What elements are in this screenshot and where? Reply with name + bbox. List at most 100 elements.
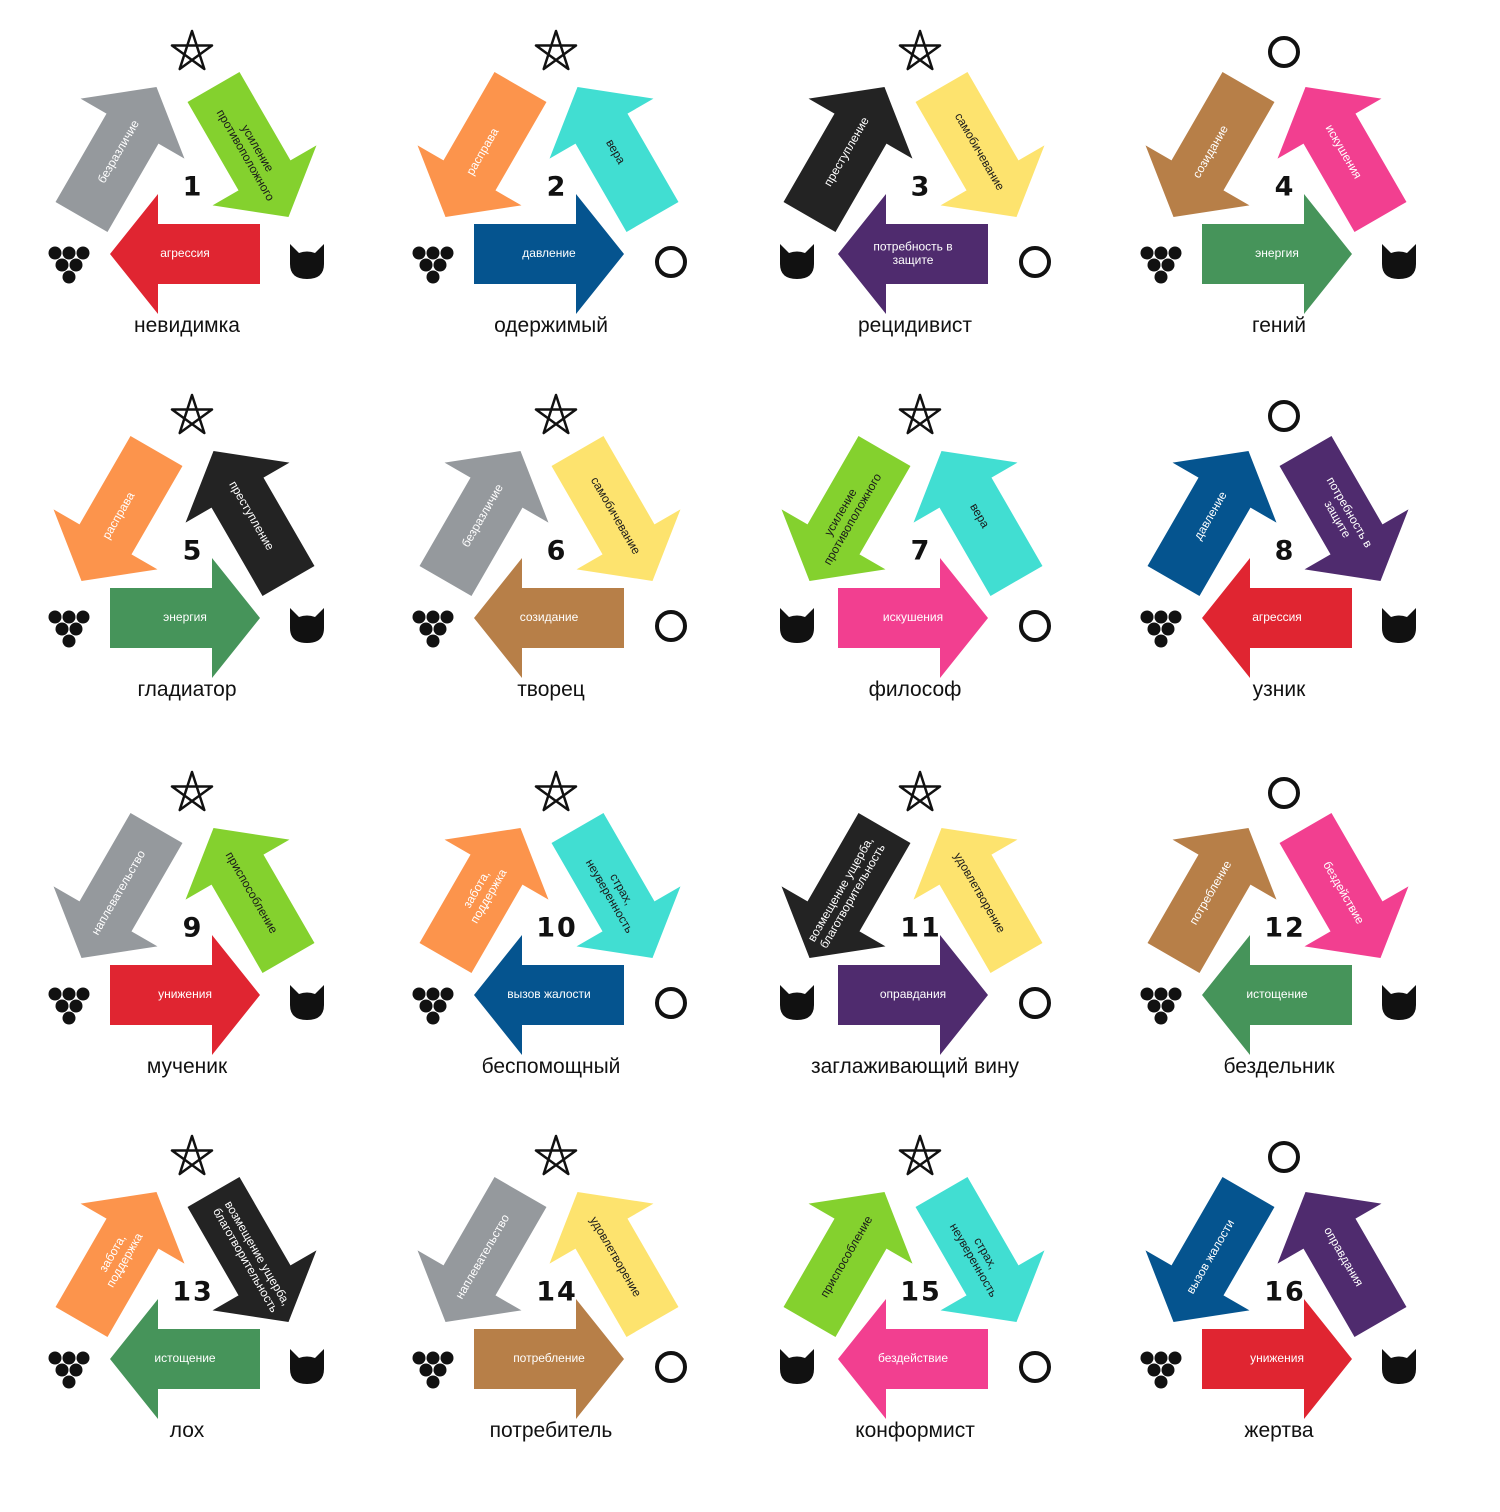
top-pentagram-icon	[534, 1134, 578, 1176]
top-pentagram-icon	[534, 29, 578, 71]
right-arrow: удовлетворение	[549, 1192, 679, 1337]
diagram-cell-6: созидание безразличие самобичевание 6 творец	[369, 384, 733, 748]
bottom-arrow-label: унижения	[1250, 1351, 1304, 1365]
right-arrow: удовлетворение	[913, 828, 1043, 973]
diagram-cell-11: оправдания возмещение ущерба,благотворите…	[733, 761, 1097, 1125]
top-pentagram-icon	[898, 393, 942, 435]
bottom-arrow-label: агрессия	[1252, 610, 1302, 624]
left-grapes-icon	[1140, 246, 1182, 284]
right-ring-icon	[1019, 1351, 1051, 1383]
left-arrow: приспособление	[783, 1192, 913, 1337]
cell-number: 9	[183, 913, 204, 944]
left-grapes-icon	[48, 246, 90, 284]
archetype-name: гладиатор	[137, 678, 237, 701]
right-arrow: приспособление	[185, 828, 315, 973]
bottom-arrow: истощение	[1202, 935, 1352, 1055]
diagram-cell-16: унижения вызов жалости оправдания 16 жертва	[1097, 1125, 1461, 1489]
archetype-name: жертва	[1244, 1419, 1314, 1442]
right-arrow: страх,неуверенность	[915, 1177, 1045, 1322]
left-arrow: забота,поддержка	[419, 828, 549, 973]
cell-number: 10	[536, 913, 578, 944]
left-arrow: наплевательство	[53, 813, 183, 958]
cell-number: 2	[547, 172, 568, 203]
bottom-arrow: потребление	[474, 1299, 624, 1419]
diagram-cell-14: потребление наплевательство удовлетворение…	[369, 1125, 733, 1489]
right-ring-icon	[655, 1351, 687, 1383]
right-ring-icon	[1019, 246, 1051, 278]
right-arrow: вера	[913, 451, 1043, 596]
bottom-arrow-label: оправдания	[880, 987, 946, 1001]
right-ring-icon	[655, 987, 687, 1019]
bottom-arrow-label: давление	[522, 246, 576, 260]
top-pentagram-icon	[898, 29, 942, 71]
left-cat-head-icon	[780, 985, 814, 1020]
bottom-arrow: унижения	[1202, 1299, 1352, 1419]
bottom-arrow-label: созидание	[520, 610, 579, 624]
left-cat-head-icon	[780, 608, 814, 643]
diagram-cell-8: агрессия давление потребность взащите 8 узни…	[1097, 384, 1461, 748]
left-grapes-icon	[48, 987, 90, 1025]
left-cat-head-icon	[780, 1349, 814, 1384]
cell-number: 4	[1275, 172, 1296, 203]
cell-number: 1	[183, 172, 204, 203]
top-ring-icon	[1268, 400, 1300, 432]
bottom-arrow: созидание	[474, 558, 624, 678]
bottom-arrow-label: бездействие	[878, 1351, 948, 1365]
right-arrow: оправдания	[1277, 1192, 1407, 1337]
bottom-arrow: унижения	[110, 935, 260, 1055]
diagram-cell-15: бездействие приспособление страх,неуверенн…	[733, 1125, 1097, 1489]
archetype-name: заглаживающий вину	[810, 1055, 1020, 1078]
left-arrow: вызов жалости	[1145, 1177, 1275, 1322]
cell-number: 5	[183, 536, 204, 567]
bottom-arrow-label: энергия	[163, 610, 207, 624]
archetype-name: мученик	[146, 1055, 228, 1078]
archetype-name: одержимый	[494, 314, 608, 337]
right-cat-head-icon	[290, 608, 324, 643]
right-ring-icon	[1019, 610, 1051, 642]
left-arrow: расправа	[53, 436, 183, 581]
right-arrow: бездействие	[1279, 813, 1409, 958]
bottom-arrow: потребность в защите	[838, 194, 988, 314]
archetype-name: философ	[868, 678, 962, 701]
bottom-arrow: энергия	[1202, 194, 1352, 314]
cell-number: 15	[900, 1277, 942, 1308]
diagram-cell-7: искушения усилениепротивоположного вера 7 фи…	[733, 384, 1097, 748]
bottom-arrow-label: вызов жалости	[507, 987, 590, 1001]
top-pentagram-icon	[534, 393, 578, 435]
bottom-arrow: агрессия	[1202, 558, 1352, 678]
bottom-arrow-label: истощение	[1246, 987, 1307, 1001]
cell-number: 14	[536, 1277, 578, 1308]
diagram-cell-1: агрессия безразличие усилениепротивоположн…	[5, 20, 369, 384]
diagram-cell-9: унижения наплевательство приспособление 9 му…	[5, 761, 369, 1125]
bottom-arrow-label: искушения	[883, 610, 943, 624]
bottom-arrow-label: потребление	[513, 1351, 585, 1365]
left-arrow: расправа	[417, 72, 547, 217]
bottom-arrow-label: энергия	[1255, 246, 1299, 260]
right-arrow: потребность взащите	[1279, 436, 1409, 581]
top-ring-icon	[1268, 777, 1300, 809]
right-arrow: возмещение ущерба,благотворительность	[187, 1177, 317, 1322]
right-arrow: искушения	[1277, 87, 1407, 232]
right-cat-head-icon	[290, 985, 324, 1020]
left-grapes-icon	[1140, 1351, 1182, 1389]
bottom-arrow: энергия	[110, 558, 260, 678]
right-ring-icon	[1019, 987, 1051, 1019]
archetype-name: гений	[1252, 314, 1306, 337]
archetype-name: беспомощный	[481, 1055, 621, 1078]
right-cat-head-icon	[1382, 608, 1416, 643]
diagram-cell-2: давление расправа вера 2 одержимый	[369, 20, 733, 384]
left-cat-head-icon	[780, 244, 814, 279]
cell-number: 6	[547, 536, 568, 567]
archetype-name: рецидивист	[857, 314, 973, 337]
bottom-arrow: бездействие	[838, 1299, 988, 1419]
diagram-grid: агрессия безразличие усилениепротивоположн…	[0, 0, 1500, 1512]
cell-number: 12	[1264, 913, 1306, 944]
right-cat-head-icon	[290, 244, 324, 279]
left-arrow: преступление	[783, 87, 913, 232]
cell-number: 3	[911, 172, 932, 203]
top-pentagram-icon	[170, 393, 214, 435]
cell-number: 8	[1275, 536, 1296, 567]
left-arrow: безразличие	[419, 451, 549, 596]
top-pentagram-icon	[170, 1134, 214, 1176]
bottom-arrow-label: истощение	[154, 1351, 215, 1365]
